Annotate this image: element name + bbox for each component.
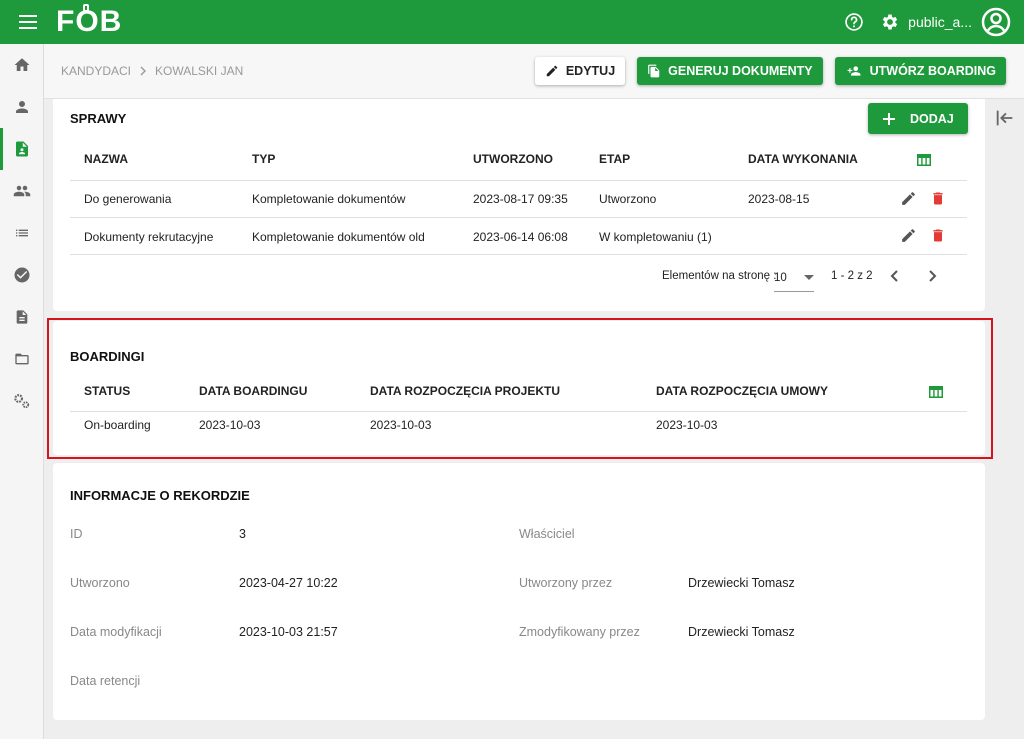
- add-case-button[interactable]: DODAJ: [868, 103, 968, 134]
- logo-dot: [83, 4, 89, 12]
- delete-trash-icon[interactable]: [930, 190, 946, 212]
- boarding-row-0-contract-start-date: 2023-10-03: [656, 418, 718, 432]
- table-row-1-type: Kompletowanie dokumentów old: [252, 230, 425, 244]
- record-info-title: INFORMACJE O REKORDZIE: [70, 488, 250, 503]
- nav-person-icon[interactable]: [0, 86, 44, 128]
- table-row-1-name[interactable]: Dokumenty rekrutacyjne: [84, 230, 213, 244]
- created-by-label: Utworzony przez: [519, 576, 613, 590]
- table-row-1-stage: W kompletowaniu (1): [599, 230, 712, 244]
- modified-label: Data modyfikacji: [70, 625, 162, 639]
- edit-pencil-icon[interactable]: [900, 227, 917, 249]
- breadcrumb: KANDYDACI KOWALSKI JAN: [61, 64, 243, 78]
- divider: [70, 217, 967, 218]
- nav-people-icon[interactable]: [0, 170, 44, 212]
- divider: [70, 411, 967, 412]
- column-header-stage[interactable]: ETAP: [599, 152, 630, 166]
- top-app-bar: FOB public_a...: [0, 0, 1024, 44]
- modified-by-value: Drzewiecki Tomasz: [688, 625, 795, 639]
- document-copy-icon: [648, 64, 660, 78]
- page-range-label: 1 - 2 z 2: [831, 270, 873, 282]
- divider: [70, 180, 967, 181]
- column-header-project-start-date[interactable]: DATA ROZPOCZĘCIA PROJEKTU: [370, 384, 560, 398]
- table-row-1-created: 2023-06-14 06:08: [473, 230, 568, 244]
- nav-list-icon[interactable]: [0, 212, 44, 254]
- id-label: ID: [70, 527, 83, 541]
- owner-label: Właściciel: [519, 527, 575, 541]
- column-header-created[interactable]: UTWORZONO: [473, 152, 553, 166]
- edit-button[interactable]: EDYTUJ: [534, 57, 626, 85]
- add-case-label: DODAJ: [910, 111, 954, 126]
- plus-icon: [883, 112, 895, 125]
- table-row-0-name[interactable]: Do generowania: [84, 192, 171, 206]
- collapse-panel-icon[interactable]: [994, 107, 1018, 131]
- table-row-0-completion-date: 2023-08-15: [748, 192, 810, 206]
- column-header-contract-start-date[interactable]: DATA ROZPOCZĘCIA UMOWY: [656, 384, 828, 398]
- generate-documents-label: GENERUJ DOKUMENTY: [668, 64, 813, 78]
- side-nav: [0, 44, 44, 739]
- cases-card: SPRAWY DODAJ NAZWA TYP UTWORZONO ETAP DA…: [53, 99, 985, 311]
- app-logo[interactable]: FOB: [56, 4, 122, 39]
- created-by-value: Drzewiecki Tomasz: [688, 576, 795, 590]
- column-settings-icon[interactable]: [929, 385, 943, 403]
- table-row-0-created: 2023-08-17 09:35: [473, 192, 568, 206]
- breadcrumb-item-current: KOWALSKI JAN: [155, 64, 244, 78]
- nav-home-icon[interactable]: [0, 44, 44, 86]
- column-header-boarding-date[interactable]: DATA BOARDINGU: [199, 384, 307, 398]
- id-value: 3: [239, 527, 246, 541]
- create-boarding-label: UTWÓRZ BOARDING: [869, 64, 996, 78]
- pencil-icon: [546, 65, 558, 77]
- cases-title: SPRAWY: [70, 111, 127, 126]
- hamburger-menu-icon[interactable]: [0, 0, 56, 44]
- person-add-icon: [847, 66, 861, 76]
- items-per-page-label: Elementów na stronę :: [662, 270, 777, 282]
- breadcrumb-item-candidates[interactable]: KANDYDACI: [61, 64, 131, 78]
- column-settings-icon[interactable]: [917, 153, 931, 171]
- gear-icon[interactable]: [872, 4, 908, 40]
- table-row-0-stage: Utworzono: [599, 192, 657, 206]
- help-circle-icon[interactable]: [836, 4, 872, 40]
- created-label: Utworzono: [70, 576, 130, 590]
- boarding-row-0-project-start-date: 2023-10-03: [370, 418, 432, 432]
- divider: [70, 254, 967, 255]
- delete-trash-icon[interactable]: [930, 227, 946, 249]
- retention-label: Data retencji: [70, 674, 141, 688]
- create-boarding-button[interactable]: UTWÓRZ BOARDING: [834, 57, 1006, 85]
- next-page-icon[interactable]: [926, 269, 938, 288]
- boarding-row-0-status[interactable]: On-boarding: [84, 418, 151, 432]
- page-header: KANDYDACI KOWALSKI JAN EDYTUJ GENERUJ DO…: [44, 44, 1024, 99]
- chevron-right-icon: [140, 66, 147, 76]
- previous-page-icon[interactable]: [889, 269, 901, 288]
- modified-value: 2023-10-03 21:57: [239, 625, 338, 639]
- generate-documents-button[interactable]: GENERUJ DOKUMENTY: [637, 57, 823, 85]
- username-label[interactable]: public_a...: [908, 14, 972, 30]
- account-circle-icon[interactable]: [978, 4, 1014, 40]
- nav-document-icon[interactable]: [0, 296, 44, 338]
- boarding-row-0-boarding-date: 2023-10-03: [199, 418, 261, 432]
- dropdown-arrow-icon: [804, 274, 814, 280]
- nav-candidate-document-icon[interactable]: [0, 128, 44, 170]
- boardings-title: BOARDINGI: [70, 349, 145, 364]
- column-header-status[interactable]: STATUS: [84, 384, 130, 398]
- column-header-name[interactable]: NAZWA: [84, 152, 128, 166]
- modified-by-label: Zmodyfikowany przez: [519, 625, 640, 639]
- column-header-type[interactable]: TYP: [252, 152, 275, 166]
- nav-check-circle-icon[interactable]: [0, 254, 44, 296]
- edit-pencil-icon[interactable]: [900, 190, 917, 212]
- record-info-card: INFORMACJE O REKORDZIE ID 3 Właściciel U…: [53, 463, 985, 720]
- boardings-card: BOARDINGI STATUS DATA BOARDINGU DATA ROZ…: [53, 321, 985, 455]
- table-row-0-type: Kompletowanie dokumentów: [252, 192, 406, 206]
- edit-button-label: EDYTUJ: [565, 64, 616, 78]
- nav-folder-icon[interactable]: [0, 338, 44, 380]
- page-size-select[interactable]: 10: [774, 264, 814, 292]
- created-value: 2023-04-27 10:22: [239, 576, 338, 590]
- column-header-completion-date[interactable]: DATA WYKONANIA: [748, 152, 858, 166]
- page-size-value: 10: [774, 271, 787, 284]
- nav-settings-gears-icon[interactable]: [0, 380, 44, 422]
